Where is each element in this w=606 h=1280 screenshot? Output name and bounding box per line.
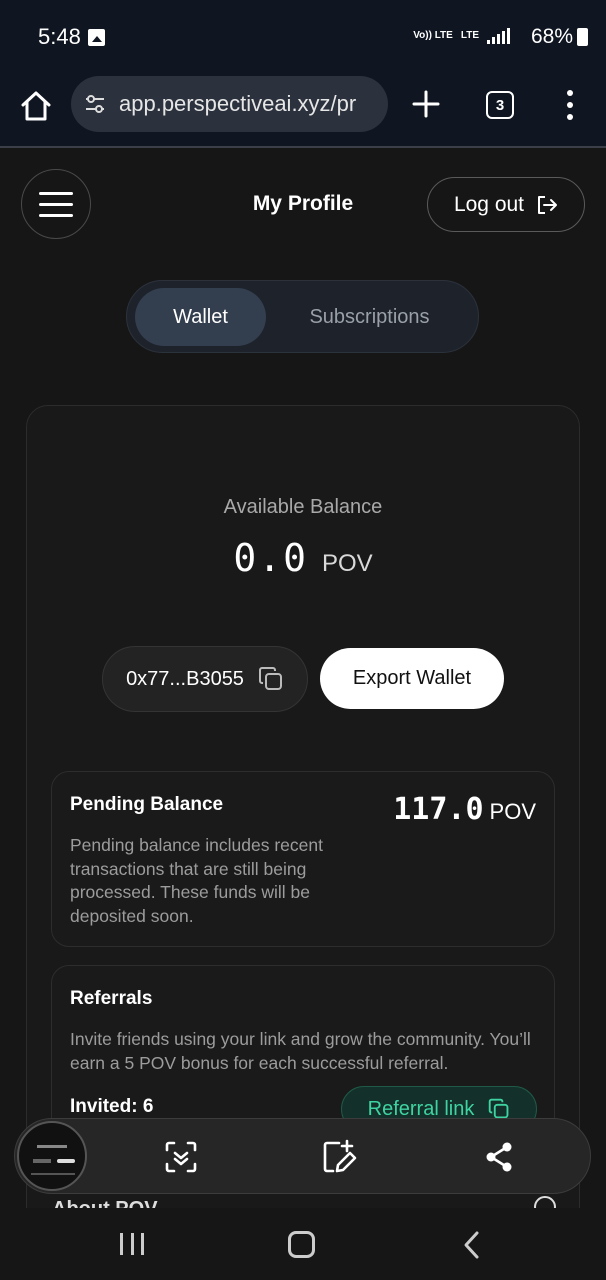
referrals-title: Referrals: [70, 988, 153, 1009]
wallet-address: 0x77...B3055: [126, 667, 244, 690]
navigation-bar: [0, 1208, 606, 1280]
pending-balance-card: Pending Balance 117.0 POV Pending balanc…: [51, 771, 555, 947]
status-time: 5:48: [38, 24, 81, 49]
invited-count: Invited: 6: [70, 1096, 154, 1117]
balance-unit: POV: [321, 550, 373, 577]
tab-subscriptions[interactable]: Subscriptions: [277, 288, 462, 346]
pending-title: Pending Balance: [70, 794, 224, 815]
pending-value: 117.0: [393, 792, 484, 827]
available-balance-label: Available Balance: [223, 496, 383, 518]
referrals-description: Invite friends using your link and grow …: [70, 1029, 531, 1073]
screenshot-toolbar: [14, 1118, 591, 1194]
logout-icon: [538, 195, 558, 214]
available-balance: 0.0 POV: [27, 536, 579, 580]
profile-tabs: Wallet Subscriptions: [126, 280, 479, 353]
home-icon[interactable]: [18, 88, 54, 124]
status-bar: 5:48 Vo)) LTE LTE 68%: [0, 0, 606, 76]
scan-icon[interactable]: [163, 1139, 199, 1175]
signal-icon: [487, 28, 510, 44]
copy-icon: [489, 1098, 509, 1119]
pending-amount: 117.0 POV: [393, 792, 536, 827]
network-label: Vo)) LTE: [413, 30, 453, 41]
copy-icon[interactable]: [258, 666, 284, 692]
address-bar[interactable]: app.perspectiveai.xyz/pr: [71, 76, 388, 132]
network-label-2: LTE: [460, 30, 479, 41]
export-wallet-button[interactable]: Export Wallet: [320, 648, 504, 709]
home-nav-icon[interactable]: [288, 1231, 315, 1258]
share-icon[interactable]: [481, 1139, 517, 1175]
network-indicators: Vo)) LTE LTE: [413, 28, 510, 44]
logout-button[interactable]: Log out: [427, 177, 585, 232]
battery-indicator: 68%: [531, 25, 588, 49]
balance-value: 0.0: [233, 536, 308, 580]
logout-label: Log out: [453, 192, 525, 216]
plus-icon[interactable]: [410, 88, 442, 120]
image-icon: [88, 29, 105, 46]
tab-count: 3: [495, 96, 505, 114]
tune-icon[interactable]: [83, 92, 107, 116]
divider: [0, 146, 606, 148]
pending-description: Pending balance includes recent transact…: [70, 835, 323, 926]
url-text[interactable]: app.perspectiveai.xyz/pr: [119, 91, 356, 117]
tabs-icon[interactable]: 3: [486, 91, 514, 119]
edit-icon[interactable]: [321, 1139, 357, 1175]
pending-unit: POV: [489, 799, 536, 824]
recents-icon[interactable]: [120, 1233, 144, 1255]
battery-icon: [577, 28, 588, 46]
battery-percent: 68%: [530, 25, 573, 48]
tab-wallet[interactable]: Wallet: [135, 288, 266, 346]
screenshot-thumbnail[interactable]: [17, 1121, 87, 1191]
more-icon[interactable]: [564, 90, 576, 120]
wallet-address-copy[interactable]: 0x77...B3055: [102, 646, 308, 712]
browser-toolbar: app.perspectiveai.xyz/pr 3: [0, 76, 606, 146]
back-icon[interactable]: [460, 1230, 484, 1260]
